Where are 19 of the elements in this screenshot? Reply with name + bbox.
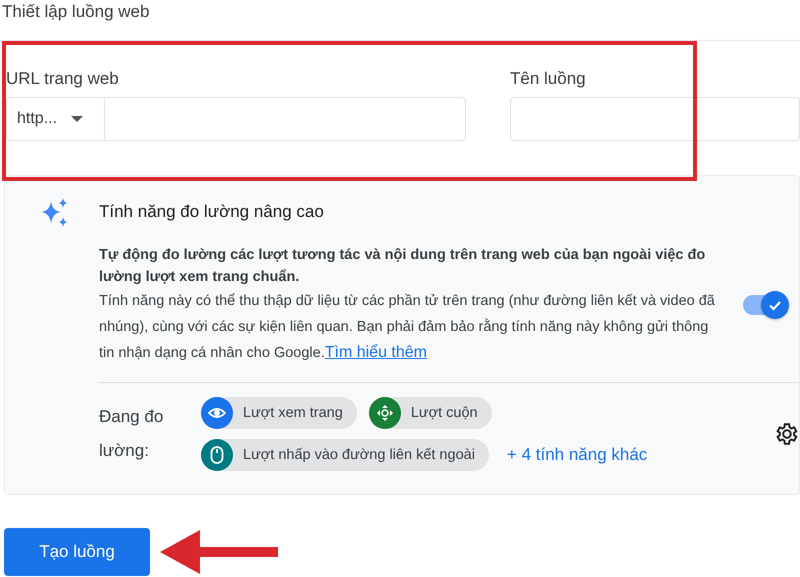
learn-more-link[interactable]: Tìm hiểu thêm: [324, 344, 427, 361]
field-label: URL trang web: [6, 69, 120, 89]
chip-label: Lượt xem trang: [243, 405, 343, 421]
caret-icon: [71, 116, 84, 122]
mouse-icon: [210, 446, 224, 464]
move-arrows-icon: [376, 404, 394, 422]
feature-description: Tính năng này có thể thu thập dữ liệu từ các phần tử trên trang (như đường liên kết và video đã nhúng), cùng với các sự kiện liên quan. Bạn phải đảm bảo rằng tính năng này không gửi thông tin nhận dạng cá nhân cho Google.Tìm hiểu thêm: [99, 292, 716, 363]
measuring-label: Đang đo lường:: [99, 406, 164, 462]
chip-label: Lượt cuộn: [410, 405, 478, 421]
create-stream-button[interactable]: Tạo luồng: [4, 528, 150, 576]
feature-summary: Tự động đo lường các lượt tương tác và nội dung trên trang web của bạn ngoài việc đo lường lượt xem trang chuẩn.: [99, 246, 706, 287]
protocol-dropdown[interactable]: http...: [7, 98, 105, 140]
section-title: Thiết lập luồng web: [1, 1, 150, 23]
field-label: Tên luồng: [510, 69, 587, 89]
url-field[interactable]: http...: [6, 97, 466, 141]
more-features-link[interactable]: + 4 tính năng khác: [506, 445, 648, 465]
chip-label: Lượt nhấp vào đường liên kết ngoài: [243, 447, 475, 463]
feature-heading: Tính năng đo lường nâng cao: [99, 201, 325, 222]
stream-name-field[interactable]: [510, 97, 800, 141]
